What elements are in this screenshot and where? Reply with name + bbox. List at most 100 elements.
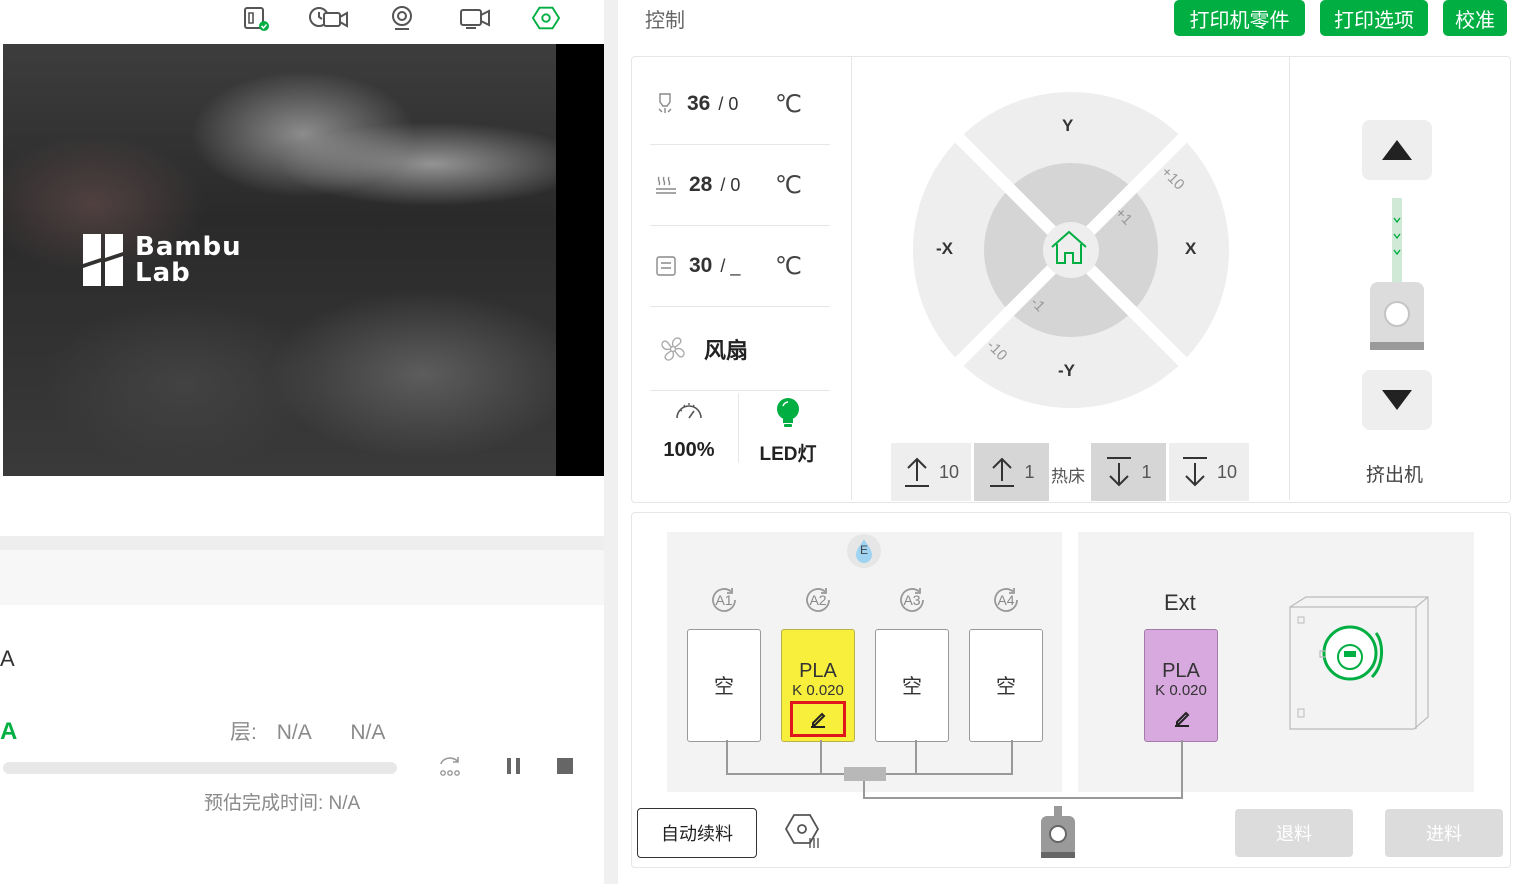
camera-toolbar [0,0,604,44]
divider [738,393,739,463]
fan-button[interactable]: 风扇 [658,333,748,365]
extruder-small-icon [1039,806,1077,867]
ams-slot-a2[interactable]: PLA K 0.020 [781,629,855,742]
ams-slot-a3[interactable]: 空 [875,629,949,742]
led-button[interactable]: LED灯 [755,396,821,466]
settings-hex-icon[interactable] [532,4,560,32]
bed-label: 热床 [1051,467,1085,486]
slot-a2-edit-button[interactable] [790,701,846,737]
bed-temp-row[interactable]: 28 / 0 ℃ [655,165,835,205]
fan-icon [661,337,685,361]
divider [650,225,830,226]
heatbed-icon [656,176,676,194]
print-options-button[interactable]: 打印选项 [1320,0,1428,36]
ext-edit-icon[interactable] [1172,708,1192,733]
bed-down-10-button[interactable]: 10 [1169,443,1249,501]
task-name: A [0,646,15,671]
task-header [0,550,604,605]
panel-separator [604,0,618,884]
divider [650,306,830,307]
bed-up-1-button[interactable]: 1 [974,443,1049,501]
estimated-finish: 预估完成时间: N/A [204,793,361,814]
task-status: A [0,718,18,745]
bed-down-1-label: 1 [1141,461,1152,482]
layer-value-total: N/A [350,721,386,744]
ams-slot-a1[interactable]: 空 [687,629,761,742]
arrow-down-icon [1182,457,1207,487]
print-progress-bar [3,762,397,774]
slot-a3-label: 空 [902,676,922,698]
slot-a3-id: A3 [903,592,921,608]
divider [650,390,830,391]
slot-a3-badge[interactable]: A3 [895,583,929,617]
triangle-up-icon [1382,140,1412,160]
speed-gauge-icon [676,403,702,419]
chamber-target: / _ [720,255,741,276]
layer-label: 层: [230,721,257,744]
extruder-up-button[interactable] [1362,120,1432,180]
triangle-down-icon [1382,390,1412,410]
col-divider [851,57,852,500]
arrow-down-icon [1107,457,1132,487]
ext-title: Ext [1164,590,1196,615]
bed-down-1-button[interactable]: 1 [1091,443,1166,501]
slot-a2-material: PLA [799,660,837,682]
ams-slot-a4[interactable]: 空 [969,629,1043,742]
sd-card-icon[interactable] [242,4,270,32]
edit-pencil-icon [811,712,826,728]
jog-y-minus[interactable]: -Y [1058,361,1075,381]
slot-a2-badge[interactable]: A2 [801,583,835,617]
bed-up-10-button[interactable]: 10 [891,443,971,501]
nozzle-current: 36 [687,92,711,115]
chamber-current: 30 [689,254,713,277]
slot-a4-badge[interactable]: A4 [989,583,1023,617]
layer-info: 层: N/A N/A [230,716,385,746]
slot-a1-label: 空 [714,676,734,698]
extruder-label: 挤出机 [1366,465,1424,486]
jog-x-minus[interactable]: -X [936,239,953,259]
chamber-icon [656,256,676,276]
webcam-icon[interactable] [388,4,416,32]
bed-unit: ℃ [775,171,802,199]
calibrate-button[interactable]: 校准 [1443,0,1507,36]
jog-x-plus[interactable]: X [1185,239,1196,259]
bed-up-10-label: 10 [938,461,960,482]
logo-line2: Lab [135,258,191,288]
bed-target[interactable]: / 0 [720,175,740,196]
slot-a4-id: A4 [997,592,1015,608]
chamber-temp-row: 30 / _ ℃ [655,246,835,286]
extruder-down-button[interactable] [1362,370,1432,430]
nozzle-unit: ℃ [775,90,802,118]
nozzle-target[interactable]: / 0 [718,94,738,115]
nozzle-temp-row[interactable]: 36 / 0 ℃ [655,84,835,124]
jog-y-plus[interactable]: Y [1062,116,1073,136]
camera-view: Bambu Lab [3,44,604,476]
bed-up-1-label: 1 [1024,461,1035,482]
ams-settings-icon[interactable] [784,812,826,857]
ext-spool-slot[interactable]: PLA K 0.020 [1144,629,1218,742]
slot-a2-id: A2 [809,592,827,608]
extruder-graphic [1368,198,1426,359]
bed-current: 28 [689,173,713,196]
load-button[interactable]: 进料 [1385,809,1503,857]
skip-object-icon[interactable] [437,754,463,783]
divider [650,144,830,145]
pause-icon[interactable] [505,757,523,780]
slot-a1-badge[interactable]: A1 [707,583,741,617]
bambu-logo: Bambu Lab [83,234,242,286]
printer-parts-button[interactable]: 打印机零件 [1174,0,1305,36]
speed-button[interactable]: 100% [658,398,720,462]
stop-icon[interactable] [556,757,574,780]
nozzle-icon [658,93,672,113]
auto-refill-button[interactable]: 自动续料 [637,808,757,858]
home-icon[interactable] [1046,225,1092,276]
unload-button[interactable]: 退料 [1235,809,1353,857]
control-title: 控制 [645,10,685,32]
ams-hub-badge[interactable]: E [847,534,881,568]
timelapse-icon[interactable] [308,4,350,32]
bed-down-10-label: 10 [1216,461,1238,482]
col-divider [1289,57,1290,500]
video-icon[interactable] [458,4,492,32]
chamber-unit: ℃ [775,252,802,280]
layer-value: N/A [276,721,311,744]
